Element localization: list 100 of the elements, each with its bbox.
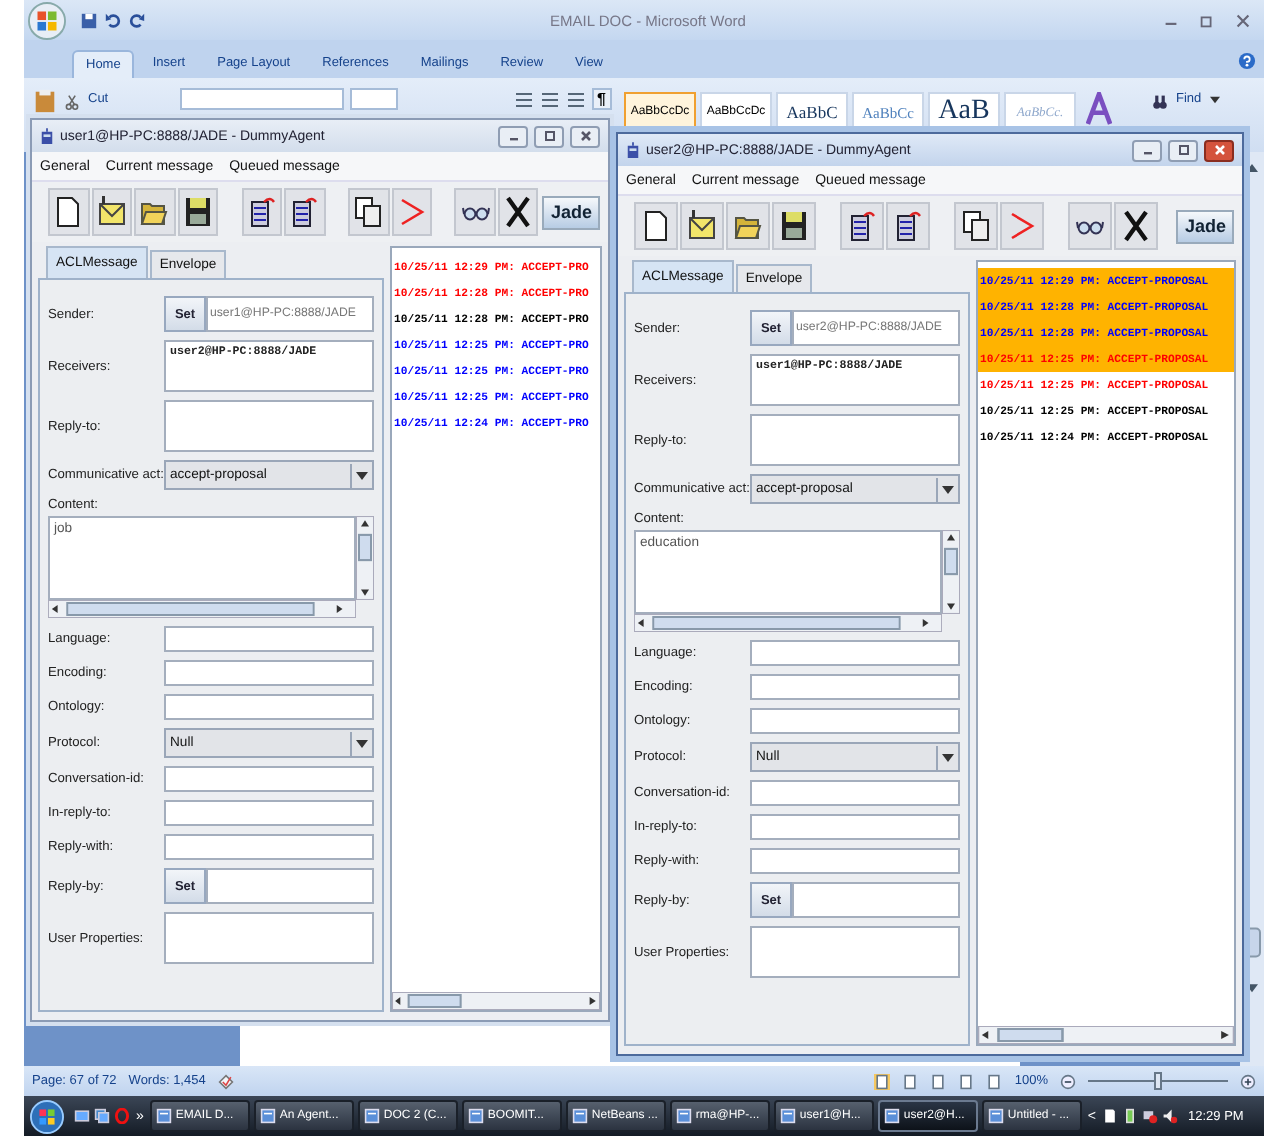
robot-icon xyxy=(40,127,54,145)
redo-icon[interactable] xyxy=(128,11,146,29)
toolbar-button[interactable] xyxy=(1114,202,1158,250)
zoom-slider[interactable] xyxy=(1088,1072,1228,1090)
caret-icon xyxy=(350,463,372,487)
toolbar-button[interactable] xyxy=(840,202,884,250)
minimize-button[interactable] xyxy=(498,125,528,147)
font-size-field[interactable] xyxy=(350,88,398,110)
app-icon xyxy=(779,1108,796,1124)
text-field[interactable] xyxy=(164,800,374,826)
text-field[interactable] xyxy=(164,694,374,720)
caret-icon xyxy=(1209,96,1220,104)
envelope-icon xyxy=(97,196,126,228)
text-field[interactable] xyxy=(164,626,374,652)
binoculars-icon[interactable] xyxy=(1152,94,1168,110)
toolbar-button[interactable] xyxy=(886,202,930,250)
window-switch-icon[interactable] xyxy=(94,1108,110,1124)
toolbar-button[interactable] xyxy=(284,188,326,236)
logo: Jade xyxy=(1176,209,1234,243)
toolbar-button[interactable] xyxy=(241,188,283,236)
document-icon xyxy=(642,210,670,242)
horizontal-scrollbar[interactable] xyxy=(48,600,356,618)
app-icon xyxy=(155,1108,172,1124)
app-icon xyxy=(883,1108,900,1124)
maximize-button[interactable] xyxy=(534,125,564,147)
app-icon xyxy=(571,1108,588,1124)
maximize-icon xyxy=(1175,142,1191,158)
toolbar-button[interactable] xyxy=(1068,202,1112,250)
minimize-button[interactable] xyxy=(1132,139,1162,161)
toolbar-button[interactable] xyxy=(134,188,176,236)
toolbar-button[interactable] xyxy=(954,202,998,250)
save-icon[interactable] xyxy=(80,11,98,29)
proofing-icon[interactable] xyxy=(217,1073,234,1089)
message-list[interactable] xyxy=(390,246,602,1012)
close-icon[interactable] xyxy=(1234,11,1252,29)
horizontal-scrollbar[interactable] xyxy=(392,992,600,1010)
list-icon[interactable] xyxy=(513,92,534,108)
horizontal-scrollbar[interactable] xyxy=(978,1026,1234,1044)
robot-icon xyxy=(626,141,640,159)
font-name-field[interactable] xyxy=(180,88,344,110)
close-button[interactable] xyxy=(570,125,600,147)
network-icon[interactable] xyxy=(1142,1108,1158,1124)
text-field[interactable] xyxy=(750,708,960,734)
slider-thumb[interactable] xyxy=(1154,1072,1162,1090)
list-icon xyxy=(894,210,922,242)
document-icon[interactable] xyxy=(1102,1108,1118,1124)
maximize-icon xyxy=(541,128,557,144)
document-icon xyxy=(54,196,83,228)
speaker-icon[interactable] xyxy=(1162,1108,1178,1124)
cross-icon xyxy=(1122,210,1150,242)
toolbar-button[interactable] xyxy=(634,202,678,250)
list-icon[interactable] xyxy=(539,92,560,108)
text-field[interactable] xyxy=(164,834,374,860)
start-button-icon[interactable] xyxy=(30,1099,64,1133)
app-icon xyxy=(363,1108,380,1124)
copy-icon xyxy=(354,196,383,228)
horizontal-scrollbar[interactable] xyxy=(634,614,942,632)
toolbar-button[interactable] xyxy=(726,202,770,250)
zoom-in-icon[interactable] xyxy=(1240,1073,1256,1089)
toolbar-button[interactable] xyxy=(497,188,539,236)
text-field[interactable] xyxy=(750,640,960,666)
caret-icon xyxy=(936,477,958,501)
vertical-scrollbar[interactable] xyxy=(356,516,374,600)
close-button[interactable] xyxy=(1204,139,1234,161)
scissors-icon[interactable] xyxy=(64,94,80,110)
change-styles-icon[interactable] xyxy=(1086,92,1112,126)
toolbar-button[interactable] xyxy=(48,188,90,236)
vertical-scrollbar[interactable] xyxy=(942,530,960,614)
toolbar-button[interactable] xyxy=(177,188,219,236)
text-field[interactable] xyxy=(792,882,960,918)
text-field[interactable] xyxy=(164,766,374,792)
paragraph-mark-button[interactable]: ¶ xyxy=(591,88,612,110)
toolbar-button[interactable] xyxy=(454,188,496,236)
list-icon[interactable] xyxy=(565,92,586,108)
message-list[interactable] xyxy=(976,260,1236,1046)
help-icon[interactable] xyxy=(1238,52,1256,70)
toolbar-button[interactable] xyxy=(347,188,389,236)
clipboard-icon[interactable] xyxy=(32,88,58,114)
text-field[interactable] xyxy=(750,814,960,840)
desktop-icon[interactable] xyxy=(74,1108,90,1124)
restore-icon[interactable] xyxy=(1198,11,1216,29)
toolbar-button[interactable] xyxy=(680,202,724,250)
list-icon xyxy=(848,210,876,242)
app-icon xyxy=(467,1108,484,1124)
list-icon xyxy=(247,196,276,228)
text-field[interactable] xyxy=(206,868,374,904)
close-icon xyxy=(1211,142,1227,158)
text-field[interactable] xyxy=(750,848,960,874)
toolbar-button[interactable] xyxy=(91,188,133,236)
logo: Jade xyxy=(542,195,600,229)
text-field[interactable] xyxy=(750,674,960,700)
app-icon xyxy=(259,1108,276,1124)
text-field[interactable] xyxy=(164,660,374,686)
toolbar-button[interactable] xyxy=(772,202,816,250)
office-button-icon[interactable] xyxy=(28,1,66,39)
maximize-button[interactable] xyxy=(1168,139,1198,161)
undo-icon[interactable] xyxy=(104,11,122,29)
app-icon xyxy=(987,1108,1004,1124)
text-field[interactable] xyxy=(750,780,960,806)
zoom-out-icon[interactable] xyxy=(1060,1073,1076,1089)
